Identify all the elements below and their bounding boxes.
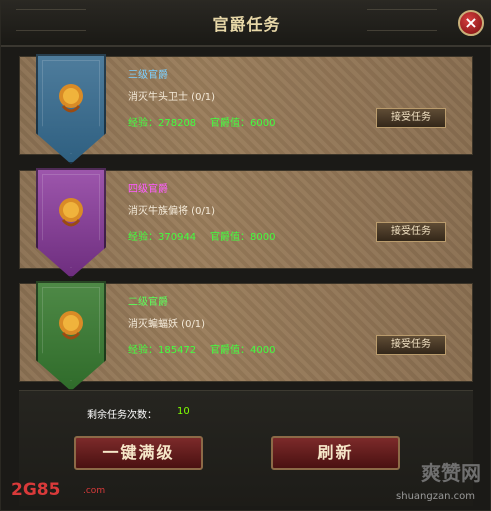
- titlebar: 官爵任务 ×: [1, 1, 491, 47]
- banner-blue: [36, 54, 106, 164]
- quest-panel-2: 四级官爵 消灭牛族偏将 (0/1) 经验：370944 官爵值：8000 接受任…: [19, 168, 473, 278]
- quest-panel-1: 三级官爵 消灭牛头卫士 (0/1) 经验：278208 官爵值：6000 接受任…: [19, 54, 473, 164]
- quest-rank: 官爵值：8000: [210, 232, 276, 243]
- quest-window: 官爵任务 × 三级官爵 消灭牛头卫士 (0/1) 经验：278208 官爵值：6…: [0, 0, 491, 511]
- quest-rank: 官爵值：6000: [210, 118, 276, 129]
- watermark-right-logo: 爽赞网: [421, 461, 481, 485]
- quest-exp: 经验：185472: [128, 345, 197, 356]
- accept-button[interactable]: 接受任务: [376, 222, 446, 242]
- close-button[interactable]: ×: [458, 10, 484, 36]
- watermark-right-url: shuangzan.com: [396, 491, 475, 502]
- quest-task: 消灭牛族偏将 (0/1): [128, 206, 216, 217]
- accept-button[interactable]: 接受任务: [376, 335, 446, 355]
- remaining-value: 10: [177, 406, 190, 417]
- dragon-emblem-icon: [59, 311, 83, 340]
- quest-rank: 官爵值：4000: [210, 345, 276, 356]
- quest-title: 二级官爵: [128, 297, 168, 308]
- quest-task: 消灭牛头卫士 (0/1): [128, 92, 216, 103]
- quest-exp: 经验：278208: [128, 118, 197, 129]
- quest-title: 三级官爵: [128, 70, 168, 81]
- max-level-button[interactable]: 一键满级: [74, 436, 203, 470]
- refresh-button[interactable]: 刷新: [271, 436, 400, 470]
- watermark-left-logo: 2G85: [11, 480, 61, 500]
- quest-panel-3: 二级官爵 消灭蝙蝠妖 (0/1) 经验：185472 官爵值：4000 接受任务: [19, 281, 473, 391]
- quest-title: 四级官爵: [128, 184, 168, 195]
- banner-green: [36, 281, 106, 391]
- dragon-emblem-icon: [59, 84, 83, 113]
- remaining-label: 剩余任务次数：: [87, 410, 157, 421]
- dragon-emblem-icon: [59, 198, 83, 227]
- quest-exp: 经验：370944: [128, 232, 197, 243]
- accept-button[interactable]: 接受任务: [376, 108, 446, 128]
- banner-purple: [36, 168, 106, 278]
- watermark-left-suffix: .com: [83, 486, 106, 496]
- quest-task: 消灭蝙蝠妖 (0/1): [128, 319, 206, 330]
- title-ornament-right: [367, 9, 437, 31]
